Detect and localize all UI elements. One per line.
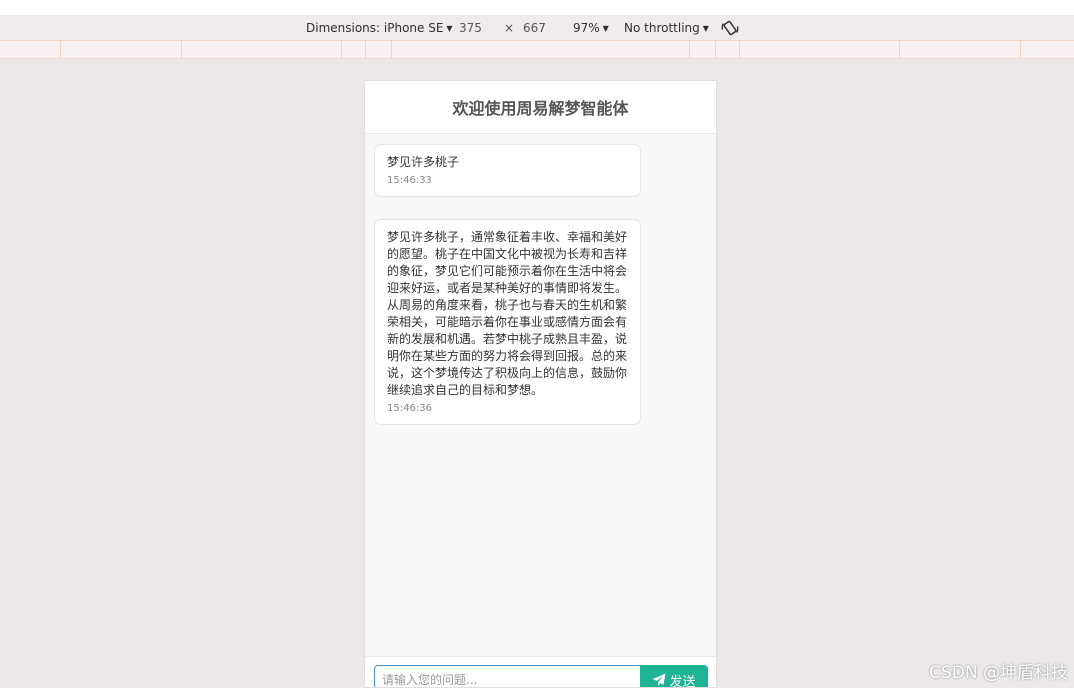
throttling-dropdown[interactable]: No throttling ▼: [624, 20, 709, 37]
chat-input-bar: 发送: [365, 656, 716, 688]
caret-down-icon: ▼: [702, 24, 709, 33]
ruler-tick: [899, 41, 900, 58]
paper-plane-icon: [652, 673, 667, 687]
rotate-icon[interactable]: [720, 18, 740, 38]
zoom-dropdown[interactable]: 97% ▼: [573, 20, 609, 37]
browser-top-strip: [0, 0, 1074, 15]
send-button-label: 发送: [669, 674, 696, 688]
ruler-tick: [739, 41, 740, 58]
bot-message-bubble: 梦见许多桃子，通常象征着丰收、幸福和美好的愿望。桃子在中国文化中被视为长寿和吉祥…: [374, 219, 641, 425]
app-header: 欢迎使用周易解梦智能体: [365, 81, 716, 134]
message-text: 梦见许多桃子，通常象征着丰收、幸福和美好的愿望。桃子在中国文化中被视为长寿和吉祥…: [387, 230, 628, 397]
ruler-tick: [365, 41, 366, 58]
caret-down-icon: ▼: [446, 24, 453, 33]
ruler-tick: [715, 41, 716, 58]
times-sign: ×: [504, 21, 515, 35]
ruler-tick: [391, 41, 392, 58]
width-input[interactable]: 375: [459, 20, 482, 36]
dimensions-label: Dimensions: iPhone SE: [306, 21, 444, 35]
dimensions-dropdown[interactable]: Dimensions: iPhone SE ▼: [306, 20, 453, 37]
user-message-bubble: 梦见许多桃子 15:46:33: [374, 144, 641, 197]
ruler-tick: [689, 41, 690, 58]
media-query-ruler: [0, 40, 1074, 59]
question-input[interactable]: [374, 665, 642, 687]
message-text: 梦见许多桃子: [387, 155, 460, 169]
zoom-label: 97%: [573, 21, 600, 35]
caret-down-icon: ▼: [602, 24, 609, 33]
ruler-tick: [341, 41, 342, 58]
throttling-label: No throttling: [624, 21, 700, 35]
height-input[interactable]: 667: [523, 20, 546, 36]
page-title: 欢迎使用周易解梦智能体: [452, 99, 629, 118]
ruler-tick: [181, 41, 182, 58]
message-timestamp: 15:46:36: [387, 403, 432, 414]
ruler-tick: [60, 41, 61, 58]
ruler-tick: [1020, 41, 1021, 58]
send-button[interactable]: 发送: [640, 665, 708, 688]
watermark-text: CSDN @坤盾科技: [929, 663, 1068, 683]
phone-viewport: 欢迎使用周易解梦智能体 梦见许多桃子 15:46:33 梦见许多桃子，通常象征着…: [364, 80, 717, 688]
message-timestamp: 15:46:33: [387, 175, 432, 186]
devtools-device-toolbar: Dimensions: iPhone SE ▼ 375 × 667 97% ▼ No…: [0, 15, 1074, 40]
